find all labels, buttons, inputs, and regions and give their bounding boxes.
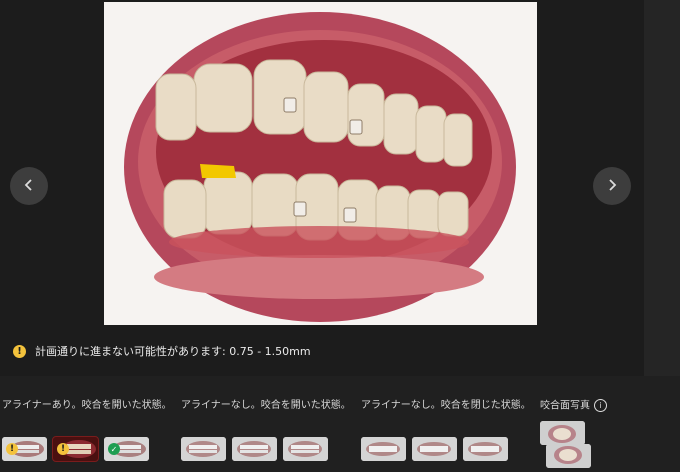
check-icon: ✓ — [108, 443, 120, 455]
info-icon[interactable]: i — [594, 399, 607, 412]
warning-icon: ! — [57, 443, 69, 455]
thumb-group-occlusal: 咬合面写真 i — [540, 399, 660, 468]
thumb-group-no-aligner-closed: アライナーなし。咬合を閉じた状態。 — [361, 399, 533, 461]
photo-thumbnail[interactable]: ✓ — [104, 437, 149, 461]
thumb-group-aligner-open: アライナーあり。咬合を開いた状態。 ! ! ✓ — [2, 399, 174, 462]
group-label: アライナーなし。咬合を開いた状態。 — [181, 400, 351, 411]
warning-icon: ! — [6, 443, 18, 455]
warning-icon: ! — [13, 344, 26, 358]
thumb-group-no-aligner-open: アライナーなし。咬合を開いた状態。 — [181, 399, 353, 461]
dental-photo — [104, 2, 537, 325]
photo-thumbnail[interactable] — [540, 421, 585, 445]
photo-thumbnail-selected[interactable]: ! — [52, 436, 99, 462]
chevron-left-icon — [22, 177, 36, 196]
chevron-right-icon — [605, 177, 619, 196]
photo-thumbnail[interactable]: ! — [2, 437, 47, 461]
side-panel — [644, 0, 680, 376]
photo-thumbnail[interactable] — [283, 437, 328, 461]
photo-viewer: ! 計画通りに進まない可能性があります: 0.75 - 1.50mm — [0, 0, 644, 376]
previous-photo-button[interactable] — [10, 167, 48, 205]
photo-thumbnail[interactable] — [546, 444, 591, 468]
next-photo-button[interactable] — [593, 167, 631, 205]
photo-thumbnail[interactable] — [412, 437, 457, 461]
group-label: アライナーなし。咬合を閉じた状態。 — [361, 400, 531, 411]
progress-warning: ! 計画通りに進まない可能性があります: 0.75 - 1.50mm — [13, 343, 311, 359]
group-label-row: 咬合面写真 i — [540, 399, 660, 414]
photo-thumbnail[interactable] — [232, 437, 277, 461]
photo-thumbnail-bar: アライナーあり。咬合を開いた状態。 ! ! ✓ アライナーなし。咬合を開いた状態… — [0, 376, 680, 472]
photo-thumbnail[interactable] — [181, 437, 226, 461]
group-label: 咬合面写真 — [540, 400, 590, 412]
warning-text: 計画通りに進まない可能性があります: 0.75 - 1.50mm — [35, 345, 311, 358]
group-label: アライナーあり。咬合を開いた状態。 — [2, 400, 172, 411]
photo-thumbnail[interactable] — [463, 437, 508, 461]
photo-thumbnail[interactable] — [361, 437, 406, 461]
